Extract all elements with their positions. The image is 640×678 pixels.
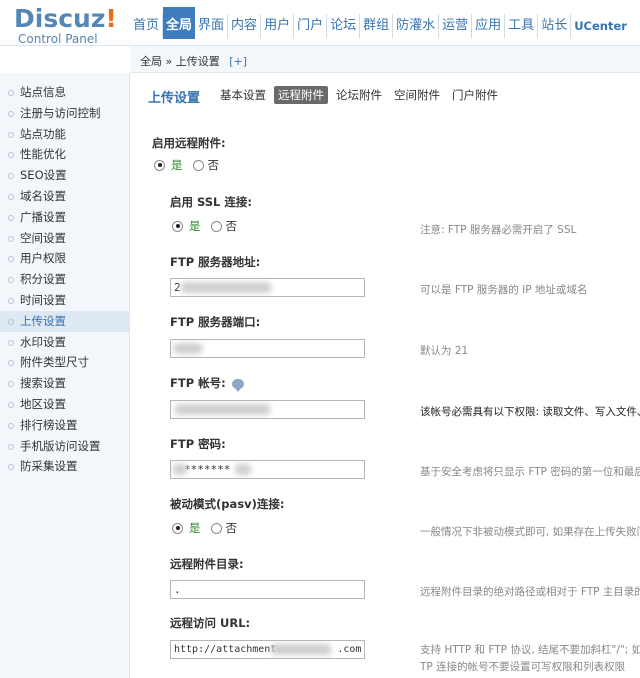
breadcrumb: 全局 » 上传设置 [+] — [140, 53, 247, 69]
remote-dir-tip: 远程附件目录的绝对路径或相对于 FTP 主目录的 — [420, 586, 640, 598]
redaction-blur — [271, 644, 331, 655]
logo-brand: Discuz! — [14, 4, 117, 33]
sidebar-item-space[interactable]: 空间设置 — [0, 228, 129, 249]
ssl-no-radio[interactable] — [210, 220, 222, 232]
ssl-tip: 注意: FTP 服务器必需开启了 SSL — [420, 224, 577, 236]
pasv-yes-label: 是 — [189, 521, 201, 535]
remote-url-tip-line2: TP 连接的帐号不要设置可写权限和列表权限 — [420, 661, 626, 673]
sidebar-item-search[interactable]: 搜索设置 — [0, 373, 129, 394]
nav-admin[interactable]: 站长 — [538, 14, 572, 38]
redaction-blur — [174, 343, 202, 354]
redaction-blur — [181, 282, 271, 293]
ssl-yes-label: 是 — [189, 219, 201, 233]
header: Discuz! Control Panel 首页 全局 界面 内容 用户 门户 … — [0, 0, 640, 46]
enable-remote-yes-radio[interactable] — [154, 159, 165, 171]
remote-url-label: 远程访问 URL: — [170, 616, 251, 630]
pasv-radios: 是 否 — [172, 520, 237, 536]
ftp-password-input[interactable]: ******* — [170, 460, 365, 479]
pasv-no-label: 否 — [225, 521, 238, 535]
remote-dir-label: 远程附件目录: — [170, 557, 244, 571]
redaction-blur — [235, 464, 251, 475]
tab-bar: 基本设置 远程附件 论坛附件 空间附件 门户附件 — [216, 86, 506, 104]
sidebar-item-mobile[interactable]: 手机版访问设置 — [0, 436, 129, 457]
sidebar-item-region[interactable]: 地区设置 — [0, 394, 129, 415]
ftp-user-tip: 该帐号必需具有以下权限: 读取文件、写入文件、 — [420, 406, 640, 418]
ftp-host-label: FTP 服务器地址: — [170, 255, 261, 269]
ftp-port-input[interactable] — [170, 339, 365, 358]
nav-user[interactable]: 用户 — [261, 14, 295, 38]
pasv-tip: 一般情况下非被动模式即可, 如果存在上传失败问 — [420, 526, 640, 538]
ftp-host-tip: 可以是 FTP 服务器的 IP 地址或域名 — [420, 284, 588, 296]
ftp-port-tip: 默认为 21 — [420, 345, 469, 357]
ssl-label: 启用 SSL 连接: — [170, 195, 252, 209]
sidebar-item-register-access[interactable]: 注册与访问控制 — [0, 103, 129, 124]
tab-portal-attachment[interactable]: 门户附件 — [448, 86, 502, 104]
enable-remote-no-label: 否 — [207, 158, 220, 172]
help-bubble-icon[interactable] — [231, 378, 244, 392]
pasv-label: 被动模式(pasv)连接: — [170, 497, 285, 511]
ssl-no-label: 否 — [225, 219, 238, 233]
ftp-host-input[interactable]: 2 — [170, 278, 365, 297]
remote-url-tip: 支持 HTTP 和 FTP 协议, 结尾不要加斜杠"/"; 如 — [420, 644, 640, 656]
nav-group[interactable]: 群组 — [360, 14, 394, 38]
sidebar-item-seo[interactable]: SEO设置 — [0, 165, 129, 186]
nav-global[interactable]: 全局 — [163, 7, 196, 39]
nav-operation[interactable]: 运营 — [439, 14, 473, 38]
sidebar-item-performance[interactable]: 性能优化 — [0, 144, 129, 165]
redaction-blur — [175, 404, 270, 415]
ftp-password-label: FTP 密码: — [170, 437, 226, 451]
sidebar-item-site-features[interactable]: 站点功能 — [0, 124, 129, 145]
nav-apps[interactable]: 应用 — [472, 14, 506, 38]
sidebar-item-time[interactable]: 时间设置 — [0, 290, 129, 311]
ssl-radios: 是 否 — [172, 218, 237, 234]
tab-forum-attachment[interactable]: 论坛附件 — [332, 86, 386, 104]
add-shortcut-button[interactable]: [+] — [229, 55, 247, 68]
main-panel: 上传设置 基本设置 远程附件 论坛附件 空间附件 门户附件 启用远程附件: 是 … — [130, 73, 640, 678]
enable-remote-no-radio[interactable] — [192, 159, 204, 171]
nav-home[interactable]: 首页 — [130, 14, 164, 38]
enable-remote-radios: 是 否 — [154, 157, 219, 173]
pasv-no-radio[interactable] — [210, 522, 222, 534]
sidebar-item-user-permissions[interactable]: 用户权限 — [0, 248, 129, 269]
enable-remote-label: 启用远程附件: — [152, 136, 226, 150]
sidebar-item-watermark[interactable]: 水印设置 — [0, 332, 129, 353]
nav-forum[interactable]: 论坛 — [327, 14, 361, 38]
ftp-password-tip: 基于安全考虑将只显示 FTP 密码的第一位和最后 — [420, 466, 640, 478]
nav-portal[interactable]: 门户 — [294, 14, 328, 38]
sidebar-item-credits[interactable]: 积分设置 — [0, 269, 129, 290]
breadcrumb-bar: 全局 » 上传设置 [+] — [130, 46, 640, 73]
logo-subtitle: Control Panel — [18, 32, 98, 46]
ftp-user-label: FTP 帐号: — [170, 375, 244, 392]
breadcrumb-text: 全局 » 上传设置 — [140, 55, 220, 68]
tab-space-attachment[interactable]: 空间附件 — [390, 86, 444, 104]
nav-tools[interactable]: 工具 — [505, 14, 539, 38]
sidebar-item-broadcast[interactable]: 广播设置 — [0, 207, 129, 228]
ftp-port-label: FTP 服务器端口: — [170, 315, 261, 329]
tab-basic[interactable]: 基本设置 — [216, 86, 270, 104]
redaction-blur — [173, 464, 187, 475]
sidebar-item-upload[interactable]: 上传设置 — [0, 310, 129, 332]
top-nav: 首页 全局 界面 内容 用户 门户 论坛 群组 防灌水 运营 应用 工具 站长 … — [130, 7, 630, 44]
section-title: 上传设置 — [148, 91, 201, 106]
nav-antispam[interactable]: 防灌水 — [393, 14, 440, 38]
pasv-yes-radio[interactable] — [172, 522, 183, 534]
tab-remote-attachment[interactable]: 远程附件 — [274, 86, 328, 104]
ssl-yes-radio[interactable] — [172, 220, 183, 232]
enable-remote-yes-label: 是 — [171, 158, 183, 172]
remote-dir-input[interactable]: . — [170, 580, 365, 599]
nav-ucenter[interactable]: UCenter — [571, 14, 630, 38]
nav-content[interactable]: 内容 — [228, 14, 262, 38]
sidebar-item-anti-scrape[interactable]: 防采集设置 — [0, 456, 129, 477]
sub-nav: 上传设置 基本设置 远程附件 论坛附件 空间附件 门户附件 — [130, 73, 640, 117]
sidebar-item-attachment-types[interactable]: 附件类型尺寸 — [0, 352, 129, 373]
sidebar-item-site-info[interactable]: 站点信息 — [0, 82, 129, 103]
remote-url-input[interactable]: http://attachment. .com — [170, 640, 365, 659]
sidebar-item-domain[interactable]: 域名设置 — [0, 186, 129, 207]
nav-style[interactable]: 界面 — [195, 14, 229, 38]
sidebar: 站点信息 注册与访问控制 站点功能 性能优化 SEO设置 域名设置 广播设置 空… — [0, 73, 130, 678]
sidebar-item-ranking[interactable]: 排行榜设置 — [0, 415, 129, 436]
logo[interactable]: Discuz! Control Panel — [14, 4, 124, 47]
ftp-user-input[interactable] — [170, 400, 365, 419]
